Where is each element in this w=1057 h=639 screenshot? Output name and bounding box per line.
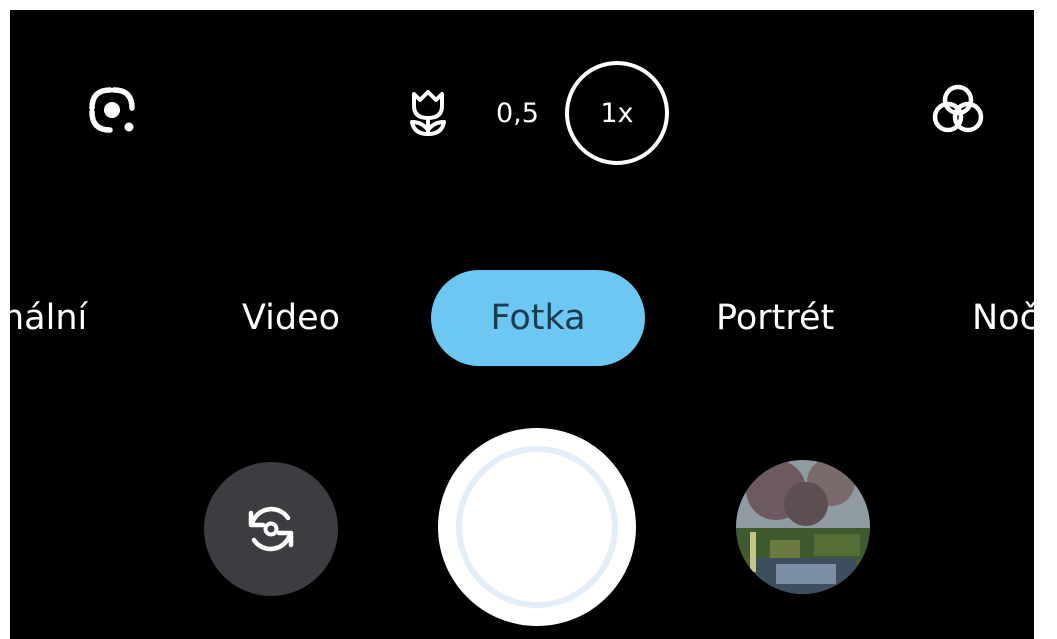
filter-button[interactable] [918,70,998,150]
shutter-ring [456,446,618,608]
zoom-1x-option[interactable]: 1x [564,61,669,165]
mode-portrait[interactable]: Portrét [716,270,834,366]
shutter-button[interactable] [438,428,636,626]
macro-button[interactable] [390,75,466,151]
camera-screen: 0,5 1x nální Video Fotka Portrét Noč [10,10,1034,639]
switch-camera-icon [248,506,294,552]
mode-manual[interactable]: nální [10,270,87,366]
lens-scan-icon [89,87,135,133]
tulip-macro-icon [410,90,446,136]
switch-camera-button[interactable] [204,462,338,596]
color-filter-icon [932,84,984,133]
zoom-bar: 0,5 1x [390,60,669,166]
mode-selector: nální Video Fotka Portrét Noč [10,270,1034,366]
mode-photo[interactable]: Fotka [431,270,645,366]
zoom-1x-label: 1x [600,97,634,129]
mode-video[interactable]: Video [242,270,340,366]
lens-scan-button[interactable] [72,70,152,150]
gallery-preview-image [736,460,870,594]
gallery-thumbnail[interactable] [736,460,870,594]
mode-night[interactable]: Noč [972,270,1034,366]
zoom-0-5-option[interactable]: 0,5 [496,98,539,129]
